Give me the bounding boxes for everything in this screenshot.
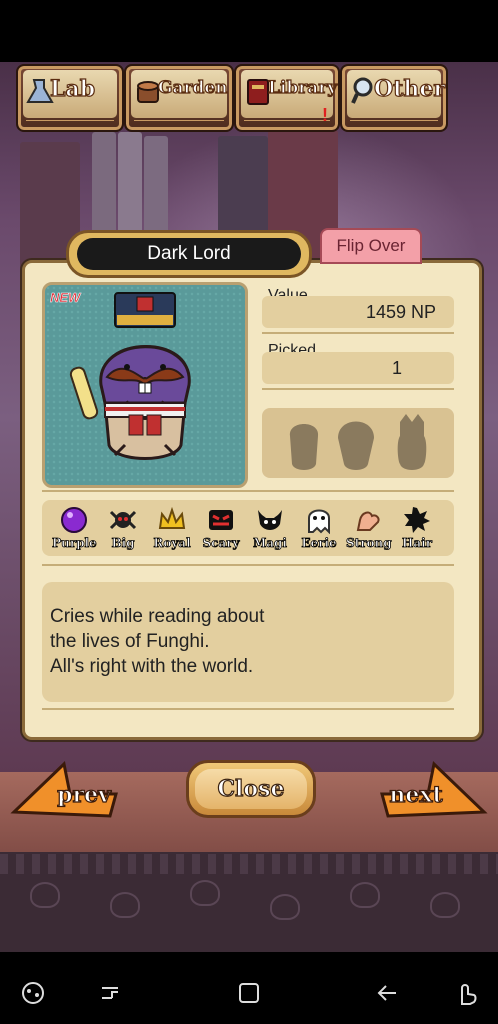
arm-icon <box>356 511 380 531</box>
locked-variant-icon <box>397 414 427 470</box>
divider <box>42 564 454 566</box>
floor-mushroom-icon <box>430 892 460 918</box>
floor-mushroom-icon <box>110 892 140 918</box>
tab-library[interactable]: Library ! <box>234 64 340 132</box>
tab-alert-badge: ! <box>322 105 328 125</box>
trait-royal: Royal <box>150 502 194 556</box>
tab-label: Library <box>267 77 338 98</box>
system-navigation-bar <box>0 952 498 1024</box>
trait-eerie: Eerie <box>297 502 341 556</box>
purple-orb-icon <box>61 507 87 533</box>
value-field: 1459 NP <box>262 296 454 328</box>
picked-count: 1 <box>391 358 402 378</box>
floor-mushroom-icon <box>30 882 60 908</box>
trait-magi: Magi <box>248 502 292 556</box>
trait-strong: Strong <box>346 502 392 556</box>
card-description: Cries while reading about the lives of F… <box>42 582 454 702</box>
next-button[interactable]: next <box>376 760 488 818</box>
crown-icon <box>158 506 186 529</box>
picked-field: 1 <box>262 352 454 384</box>
home-icon[interactable] <box>238 982 260 1004</box>
divider <box>262 332 454 334</box>
divider <box>42 490 454 492</box>
divider <box>42 708 454 710</box>
trait-purple: Purple <box>52 502 97 556</box>
locked-variant-icon <box>338 421 374 470</box>
prev-label: prev <box>57 782 112 808</box>
new-badge: NEW <box>50 290 81 306</box>
floor-mushroom-icon <box>190 880 220 906</box>
floor-trim <box>0 854 498 874</box>
locked-variant-icon <box>289 424 319 470</box>
tab-label: Lab <box>49 75 96 102</box>
tab-lab[interactable]: Lab <box>16 64 124 132</box>
tab-other[interactable]: Other <box>340 64 448 132</box>
prev-button[interactable]: prev <box>10 760 122 818</box>
hair-icon <box>404 507 430 533</box>
card-name: Dark Lord <box>77 238 301 270</box>
description-text: Cries while reading about the lives of F… <box>50 606 265 677</box>
tab-garden[interactable]: Garden <box>124 64 234 132</box>
trait-scary: Scary <box>199 502 243 556</box>
card-title-bar: Dark Lord <box>66 230 312 278</box>
close-label: Close <box>217 775 285 802</box>
locked-variants <box>262 408 454 478</box>
value-amount: 1459 NP <box>365 302 436 322</box>
close-button[interactable]: Close <box>186 760 316 818</box>
recent-apps-icon[interactable] <box>98 982 122 1004</box>
flip-over-button[interactable]: Flip Over <box>320 228 422 264</box>
tab-label: Other <box>373 75 445 102</box>
tab-label: Garden <box>157 77 228 98</box>
floor-mushroom-icon <box>270 894 300 920</box>
dark-lord-character-icon <box>69 292 191 460</box>
trait-hair: Hair <box>395 502 439 556</box>
character-portrait <box>42 282 248 488</box>
floor-mushroom-icon <box>350 882 380 908</box>
trait-list: Purple Big Royal Scary Magi Eerie Strong… <box>42 500 454 556</box>
back-icon[interactable] <box>376 982 400 1004</box>
game-tools-icon[interactable] <box>20 980 46 1006</box>
divider <box>262 388 454 390</box>
trait-big: Big <box>101 502 145 556</box>
next-label: next <box>389 782 443 808</box>
gesture-hint-icon[interactable] <box>452 978 480 1006</box>
scary-mask-icon <box>209 510 233 530</box>
big-spider-icon <box>109 510 137 530</box>
ghost-icon <box>308 509 330 534</box>
demon-icon <box>258 510 282 530</box>
